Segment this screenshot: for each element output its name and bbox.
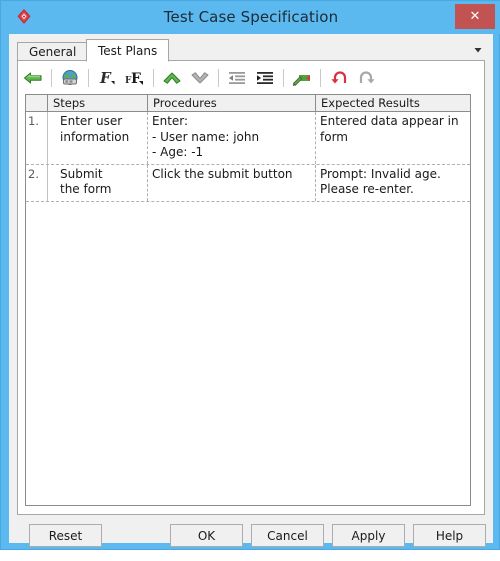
svg-text:F: F [99, 69, 112, 87]
column-header-steps[interactable]: Steps [48, 95, 148, 111]
redo-icon[interactable] [354, 65, 380, 91]
toolbar-separator [283, 69, 284, 87]
cell-number: 1. [26, 112, 48, 164]
dialog-window: Test Case Specification ✕ General Test P… [0, 0, 500, 550]
help-button[interactable]: Help [413, 524, 486, 547]
chevron-down-icon[interactable] [471, 43, 485, 57]
dialog-button-bar: Reset OK Cancel Apply Help [17, 521, 500, 561]
dialog-body: General Test Plans F F F Steps Procedure… [9, 34, 493, 547]
font-icon[interactable]: F [94, 65, 120, 91]
toolbar-separator [51, 69, 52, 87]
window-title: Test Case Specification [163, 8, 339, 26]
test-steps-grid[interactable]: Steps Procedures Expected Results 1. Ent… [25, 94, 471, 506]
tab-general[interactable]: General [17, 42, 89, 61]
toolbar-separator [218, 69, 219, 87]
indent-icon[interactable] [252, 65, 278, 91]
back-arrow-icon[interactable] [20, 65, 46, 91]
reset-button[interactable]: Reset [29, 524, 102, 547]
tab-strip: General Test Plans [17, 39, 485, 62]
close-button[interactable]: ✕ [455, 4, 495, 29]
flag-pen-icon[interactable] [289, 65, 315, 91]
table-row[interactable]: 1. Enter user information Enter: - User … [26, 112, 470, 165]
column-header-procedures[interactable]: Procedures [148, 95, 316, 111]
column-header-number[interactable] [26, 95, 48, 111]
move-down-icon[interactable] [187, 65, 213, 91]
toolbar-separator [320, 69, 321, 87]
toolbar-separator [88, 69, 89, 87]
column-header-expected[interactable]: Expected Results [316, 95, 469, 111]
cell-steps[interactable]: Submit the form [48, 164, 148, 201]
cell-steps[interactable]: Enter user information [48, 112, 148, 164]
cell-expected[interactable]: Entered data appear in form [316, 112, 469, 164]
tab-panel-test-plans: F F F Steps Procedures Expected Results … [17, 60, 485, 515]
undo-icon[interactable] [326, 65, 352, 91]
svg-text:F: F [131, 71, 141, 87]
apply-button[interactable]: Apply [332, 524, 405, 547]
ok-button[interactable]: OK [170, 524, 243, 547]
font-size-icon[interactable]: F F [122, 65, 148, 91]
table-row[interactable]: 2. Submit the form Click the submit butt… [26, 164, 470, 202]
toolbar-separator [153, 69, 154, 87]
move-up-icon[interactable] [159, 65, 185, 91]
outdent-icon[interactable] [224, 65, 250, 91]
title-bar: Test Case Specification ✕ [1, 1, 500, 34]
editor-toolbar: F F F [19, 63, 479, 93]
cell-procedures[interactable]: Click the submit button [148, 164, 316, 201]
cell-number: 2. [26, 164, 48, 201]
grid-header-row: Steps Procedures Expected Results [26, 95, 470, 112]
tab-test-plans[interactable]: Test Plans [86, 39, 170, 62]
cell-procedures[interactable]: Enter: - User name: john - Age: -1 [148, 112, 316, 164]
cell-expected[interactable]: Prompt: Invalid age. Please re-enter. [316, 165, 469, 201]
globe-icon[interactable] [57, 65, 83, 91]
cancel-button[interactable]: Cancel [251, 524, 324, 547]
